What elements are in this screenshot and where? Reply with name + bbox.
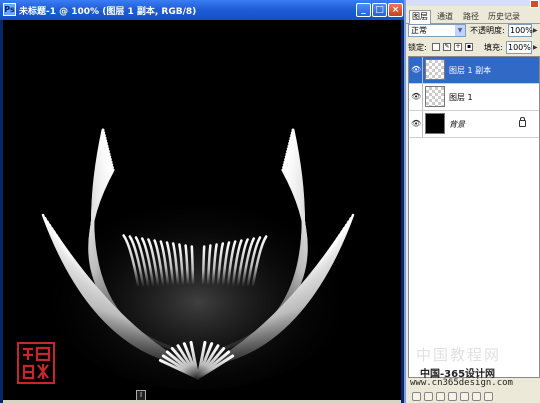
maximize-button[interactable]: □ bbox=[372, 3, 387, 17]
document-titlebar[interactable]: Ps 未标题-1 @ 100% (图层 1 副本, RGB/8) _ □ × bbox=[0, 0, 404, 20]
layer-thumbnail bbox=[425, 86, 445, 107]
trash-icon[interactable] bbox=[484, 392, 493, 401]
lock-transparent-icon[interactable] bbox=[432, 43, 440, 51]
fx-icon[interactable] bbox=[424, 392, 433, 401]
opacity-arrow-icon[interactable]: ▶ bbox=[533, 27, 538, 34]
new-layer-icon[interactable] bbox=[472, 392, 481, 401]
divider bbox=[422, 57, 423, 83]
eye-icon[interactable]: 👁 bbox=[411, 57, 421, 83]
layers-panel: 图层 通道 路径 历史记录 正常 ▼ 不透明度: 100% ▶ 锁定: ✎ + … bbox=[404, 0, 540, 403]
layers-list: 👁 图层 1 副本 👁 图层 1 👁 背景 bbox=[408, 56, 540, 378]
layer-name: 图层 1 副本 bbox=[449, 66, 492, 75]
seal-stamp bbox=[17, 342, 55, 387]
watermark-title: 中国教程网 bbox=[416, 346, 502, 364]
chevron-down-icon: ▼ bbox=[455, 25, 465, 36]
panel-tabs: 图层 通道 路径 历史记录 bbox=[406, 10, 540, 24]
divider bbox=[422, 84, 423, 110]
lock-pixels-icon[interactable]: ✎ bbox=[443, 43, 451, 51]
layer-row[interactable]: 👁 背景 bbox=[409, 111, 539, 138]
lock-icon bbox=[519, 117, 526, 127]
layer-row[interactable]: 👁 图层 1 副本 bbox=[409, 57, 539, 84]
canvas[interactable]: I bbox=[3, 20, 401, 400]
petal-stroke bbox=[201, 245, 206, 287]
divider bbox=[422, 111, 423, 137]
panel-header[interactable] bbox=[406, 0, 540, 6]
opacity-field[interactable]: 100% bbox=[508, 24, 533, 37]
layer-thumbnail bbox=[425, 113, 445, 134]
blend-mode-select[interactable]: 正常 ▼ bbox=[408, 24, 466, 37]
lotus-strokes bbox=[38, 128, 358, 390]
folder-icon[interactable] bbox=[460, 392, 469, 401]
mask-icon[interactable] bbox=[436, 392, 445, 401]
lock-label: 锁定: bbox=[408, 43, 427, 52]
fill-field[interactable]: 100% bbox=[506, 41, 532, 54]
adjustment-icon[interactable] bbox=[448, 392, 457, 401]
layer-thumbnail bbox=[425, 59, 445, 80]
close-button[interactable]: × bbox=[388, 3, 403, 17]
panel-footer bbox=[408, 390, 540, 403]
tab-paths[interactable]: 路径 bbox=[461, 11, 481, 23]
tab-history[interactable]: 历史记录 bbox=[486, 11, 522, 23]
document-title: 未标题-1 @ 100% (图层 1 副本, RGB/8) bbox=[19, 7, 197, 17]
fill-label: 填充: bbox=[484, 43, 503, 52]
tab-layers[interactable]: 图层 bbox=[409, 10, 431, 24]
canvas-marker: I bbox=[136, 390, 146, 400]
blend-mode-value: 正常 bbox=[411, 26, 427, 35]
petal-stroke bbox=[190, 245, 195, 287]
eye-icon[interactable]: 👁 bbox=[411, 84, 421, 110]
photoshop-doc-icon: Ps bbox=[3, 3, 16, 16]
panel-close-icon[interactable] bbox=[530, 0, 539, 8]
document-window: Ps 未标题-1 @ 100% (图层 1 副本, RGB/8) _ □ × I bbox=[0, 0, 404, 403]
fill-arrow-icon[interactable]: ▶ bbox=[533, 44, 538, 51]
layer-name: 图层 1 bbox=[449, 93, 473, 102]
opacity-label: 不透明度: bbox=[470, 26, 505, 35]
lotus-artwork bbox=[38, 128, 358, 390]
tab-channels[interactable]: 通道 bbox=[435, 11, 455, 23]
watermark-url: www.cn365design.com bbox=[410, 378, 513, 388]
minimize-button[interactable]: _ bbox=[356, 3, 371, 17]
layer-name: 背景 bbox=[449, 120, 465, 129]
lock-position-icon[interactable]: + bbox=[454, 43, 462, 51]
lock-all-icon[interactable]: ▪ bbox=[465, 43, 473, 51]
layer-row[interactable]: 👁 图层 1 bbox=[409, 84, 539, 111]
eye-icon[interactable]: 👁 bbox=[411, 111, 421, 137]
link-icon[interactable] bbox=[412, 392, 421, 401]
